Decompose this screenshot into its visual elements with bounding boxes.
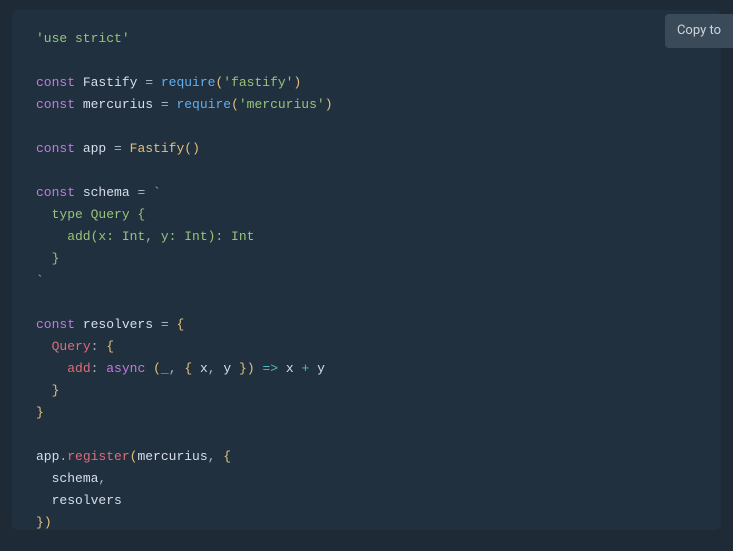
code-token: {: [184, 361, 192, 376]
code-token: _: [161, 361, 169, 376]
code-token: =: [130, 185, 153, 200]
code-token: ,: [208, 449, 216, 464]
code-token: =: [153, 97, 176, 112]
code-token: async: [106, 361, 145, 376]
code-token: ,: [208, 361, 216, 376]
code-token: }: [36, 405, 44, 420]
code-token: 'use strict': [36, 31, 130, 46]
code-token: mercurius: [137, 449, 207, 464]
code-token: ,: [98, 471, 106, 486]
code-token: ): [192, 141, 200, 156]
code-token: schema: [52, 471, 99, 486]
copy-button[interactable]: Copy to: [665, 14, 733, 48]
code-token: ): [247, 361, 255, 376]
code-token: Fastify: [83, 75, 138, 90]
code-token: (: [184, 141, 192, 156]
code-token: const: [36, 141, 75, 156]
code-token: ` type Query { add(x: Int, y: Int): Int …: [36, 185, 254, 288]
code-token: const: [36, 97, 75, 112]
code-token: Fastify: [130, 141, 185, 156]
copy-button-label: Copy to: [677, 23, 721, 38]
code-token: +: [302, 361, 310, 376]
code-token: =: [106, 141, 129, 156]
code-token: require: [161, 75, 216, 90]
code-token: schema: [83, 185, 130, 200]
code-block: 'use strict' const Fastify = require('fa…: [12, 10, 721, 530]
code-token: }: [239, 361, 247, 376]
code-token: register: [67, 449, 129, 464]
code-token: const: [36, 75, 75, 90]
code-token: 'mercurius': [239, 97, 325, 112]
code-token: add: [67, 361, 90, 376]
code-token: resolvers: [52, 493, 122, 508]
code-token: ): [293, 75, 301, 90]
code-token: ): [325, 97, 333, 112]
code-token: :: [91, 361, 99, 376]
code-token: x: [200, 361, 208, 376]
code-token: x: [286, 361, 294, 376]
code-token: resolvers: [83, 317, 153, 332]
code-token: Query: [52, 339, 91, 354]
code-token: }: [36, 515, 44, 530]
code-token: =>: [262, 361, 278, 376]
code-token: {: [176, 317, 184, 332]
code-token: (: [231, 97, 239, 112]
code-token: ): [44, 515, 52, 530]
code-token: app: [83, 141, 106, 156]
code-token: 'fastify': [223, 75, 293, 90]
code-token: const: [36, 185, 75, 200]
code-token: {: [223, 449, 231, 464]
code-token: =: [153, 317, 176, 332]
code-token: require: [176, 97, 231, 112]
code-token: }: [52, 383, 60, 398]
code-token: =: [137, 75, 160, 90]
code-token: ,: [169, 361, 177, 376]
code-token: app: [36, 449, 59, 464]
code-token: (: [153, 361, 161, 376]
code-token: {: [106, 339, 114, 354]
code-token: y: [317, 361, 325, 376]
code-container: Copy to 'use strict' const Fastify = req…: [0, 0, 733, 540]
code-token: const: [36, 317, 75, 332]
code-token: mercurius: [83, 97, 153, 112]
code-token: y: [223, 361, 231, 376]
code-token: :: [91, 339, 99, 354]
